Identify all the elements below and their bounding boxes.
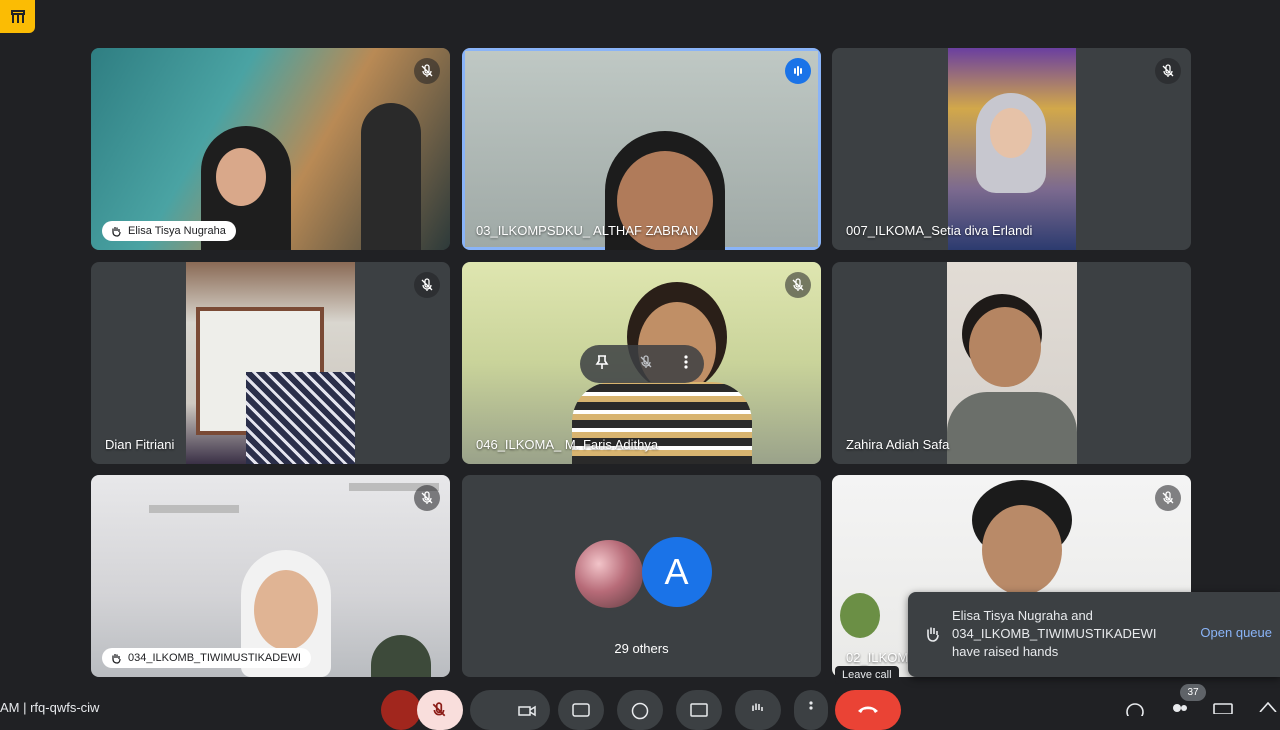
video-camera-icon [518,705,536,717]
participant-name: 03_ILKOMPSDKU_ ALTHAF ZABRAN [476,223,699,238]
participant-video [91,475,450,677]
participant-name: Zahira Adiah Safa [846,437,950,452]
raise-hand-button[interactable] [735,690,781,730]
mic-off-icon [414,58,440,84]
video-grid: Elisa Tisya Nugraha 03_ILKOMPSDKU_ ALTHA… [91,48,1191,677]
captions-icon [572,703,590,717]
mic-off-icon [414,485,440,511]
participant-name: 02_ILKOM [846,650,909,665]
participant-name: 034_ILKOMB_TIWIMUSTIKADEWI [102,648,311,668]
people-icon[interactable] [1170,702,1190,714]
participant-tile[interactable]: 007_ILKOMA_Setia diva Erlandi [832,48,1191,250]
others-tile[interactable]: A 29 others [462,475,821,677]
info-icon[interactable] [1125,702,1145,716]
more-vert-icon [809,701,813,710]
mic-off-icon [640,354,652,368]
leave-call-tooltip: Leave call [835,666,899,684]
mic-off-icon [1155,58,1181,84]
emoji-icon [631,702,649,720]
participant-video [91,48,450,250]
chat-icon[interactable] [1213,702,1233,714]
participant-video [948,48,1076,250]
participant-name: Elisa Tisya Nugraha [102,221,236,241]
participant-tile[interactable]: 046_ILKOMA_ M. Faris Adithya [462,262,821,464]
mic-off-icon [414,272,440,298]
present-button[interactable] [676,690,722,730]
mic-off-icon [785,272,811,298]
pin-icon [595,354,609,369]
speaking-indicator-icon [785,58,811,84]
pin-button[interactable] [595,354,609,375]
leave-call-button[interactable] [835,690,901,730]
meet-app-badge[interactable] [0,0,35,33]
call-end-icon [858,706,878,713]
meeting-info: AM | rfq-qwfs-ciw [0,700,100,715]
participant-tile-active-speaker[interactable]: 03_ILKOMPSDKU_ ALTHAF ZABRAN [462,48,821,250]
avatar: A [641,536,712,607]
mic-options-button[interactable] [381,690,421,730]
avatar [571,536,646,611]
captions-button[interactable] [558,690,604,730]
participant-tile[interactable]: Zahira Adiah Safa [832,262,1191,464]
participant-count-badge: 37 [1180,684,1206,701]
raised-hand-icon [112,227,121,237]
others-count-label: 29 others [614,640,669,656]
mute-participant-button[interactable] [639,354,653,374]
more-options-button[interactable] [794,690,828,730]
participant-name: Dian Fitriani [105,437,175,452]
participant-tile[interactable]: Dian Fitriani [91,262,450,464]
raised-hand-icon [112,654,121,664]
microphone-button[interactable] [417,690,463,730]
participant-tile[interactable]: Elisa Tisya Nugraha [91,48,450,250]
raised-hand-icon [927,627,939,642]
raised-hands-notification: Elisa Tisya Nugraha and 034_ILKOMB_TIWIM… [908,592,1280,677]
tile-hover-controls [580,345,704,383]
participant-video [186,262,355,464]
participant-name-label: 034_ILKOMB_TIWIMUSTIKADEWI [128,652,301,664]
present-screen-icon [690,703,708,717]
participant-name-label: Elisa Tisya Nugraha [128,225,226,237]
more-options-button[interactable] [683,354,689,375]
participant-video [465,51,818,250]
more-vert-icon [684,354,688,369]
camera-button[interactable] [470,690,550,730]
notification-text: Elisa Tisya Nugraha and 034_ILKOMB_TIWIM… [952,608,1157,659]
participant-name: 046_ILKOMA_ M. Faris Adithya [476,437,659,452]
emoji-button[interactable] [617,690,663,730]
mic-off-icon [1155,485,1181,511]
participant-name: 007_ILKOMA_Setia diva Erlandi [846,223,1033,238]
mic-off-icon [432,702,446,717]
activities-icon [10,9,25,23]
participant-video [947,262,1077,464]
raise-hand-icon [752,703,763,711]
open-queue-button[interactable]: Open queue [1200,625,1272,640]
participant-tile[interactable]: 034_ILKOMB_TIWIMUSTIKADEWI [91,475,450,677]
others-avatars: A [571,536,712,611]
